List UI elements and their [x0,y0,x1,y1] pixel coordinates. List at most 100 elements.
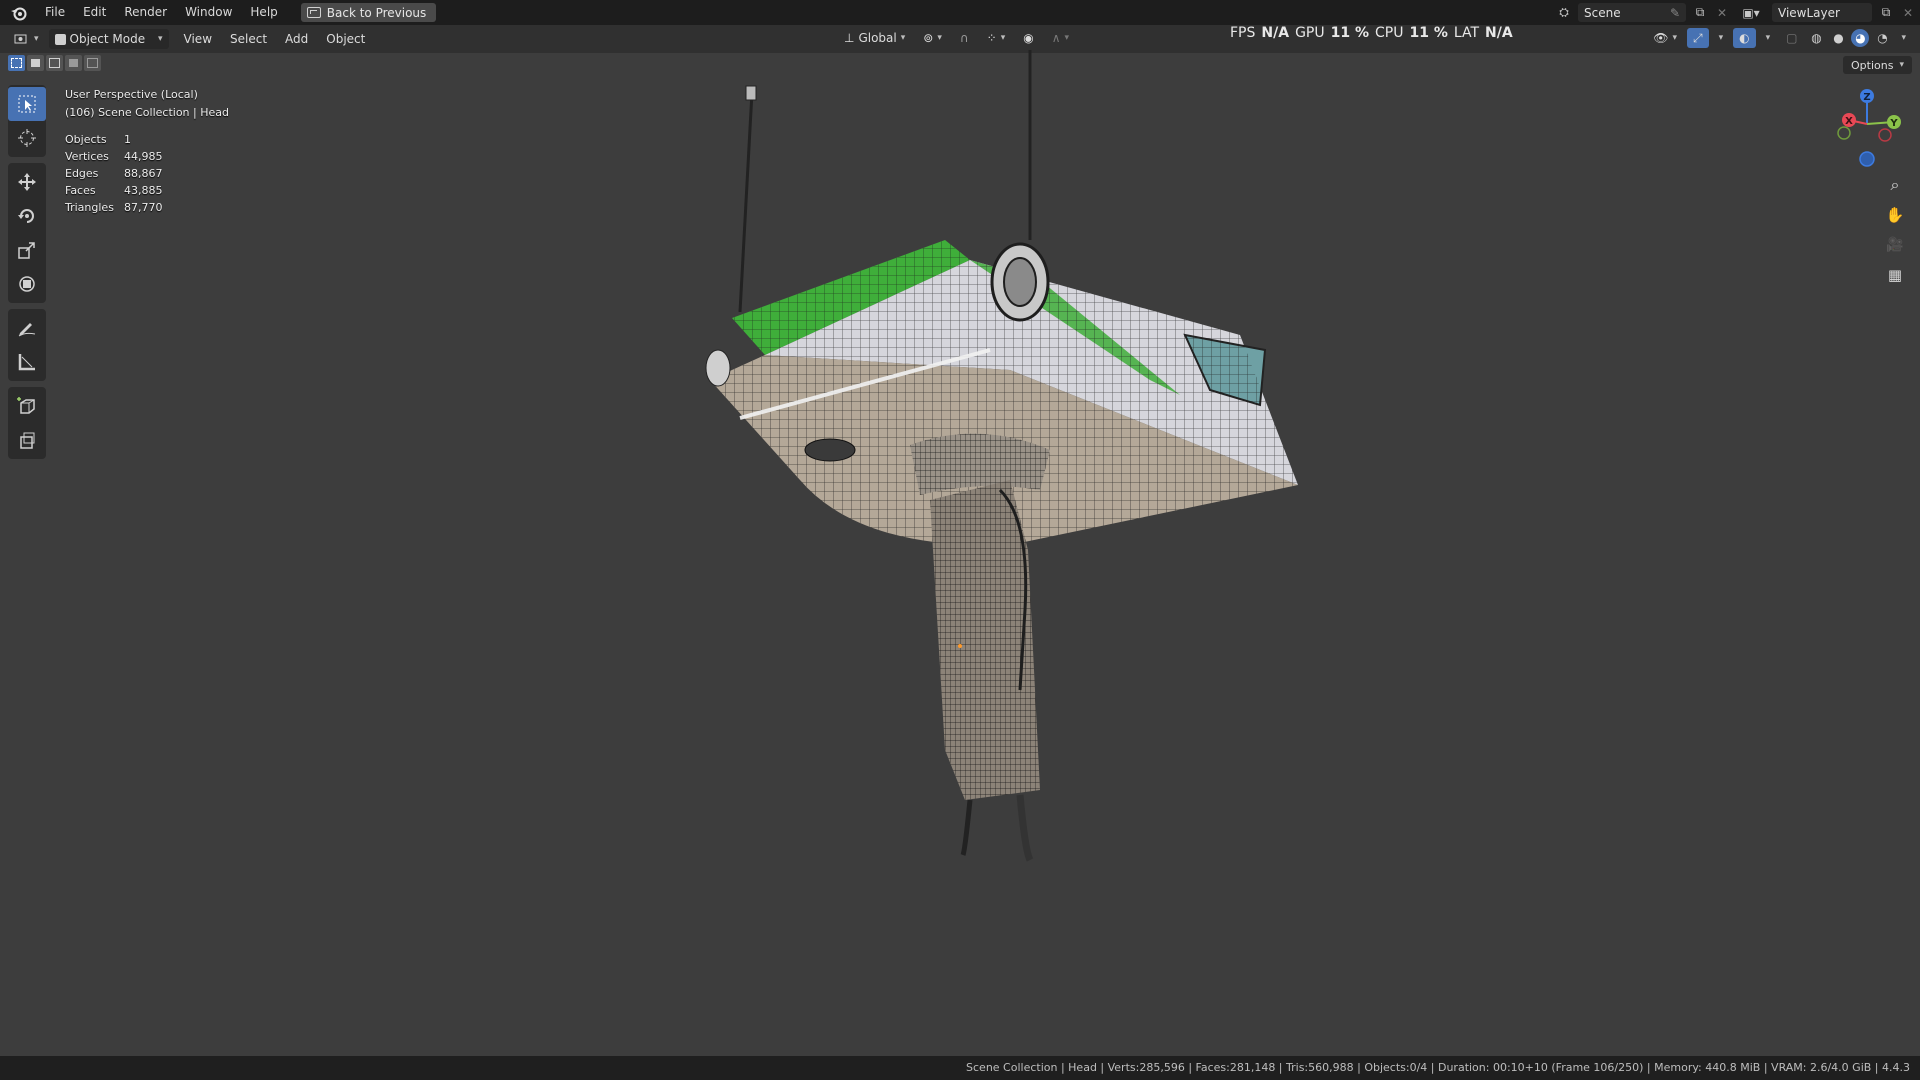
gizmo-y-label: Y [1889,118,1898,129]
menu-window[interactable]: Window [176,0,241,25]
snap-toggle[interactable]: ∩ [954,28,975,48]
move-tool[interactable] [8,165,46,199]
scale-tool[interactable] [8,233,46,267]
underside-disk [804,438,856,462]
lat-label: LAT [1453,25,1480,41]
camera-view-button[interactable]: 🎥 [1882,232,1908,258]
rendered-shading-button[interactable]: ◔ [1873,29,1891,47]
pin-icon[interactable]: ✎ [1670,6,1680,20]
cursor-tool[interactable] [8,121,46,155]
new-view-layer-icon[interactable]: ⧉ [1878,5,1894,21]
annotate-tool[interactable] [8,311,46,345]
selection-mode-buttons [8,55,101,71]
transform-icon [19,276,35,292]
extrude-tool[interactable] [8,423,46,457]
select-invert-button[interactable] [65,55,82,71]
3d-viewport-icon [14,34,27,44]
falloff-selector[interactable]: ∧ ▾ [1046,28,1075,48]
rendered-sphere-icon: ◔ [1877,31,1888,45]
select-subtract-button[interactable] [46,55,63,71]
view-name-text: User Perspective (Local) [65,88,198,101]
blender-logo-icon[interactable] [8,2,30,24]
proportional-edit-toggle[interactable]: ◉ [1017,28,1039,48]
ortho-toggle-button[interactable]: ▦ [1882,262,1908,288]
back-to-previous-button[interactable]: Back to Previous [300,3,437,22]
overlays-options[interactable]: ▾ [1760,28,1777,48]
overlays-icon: ◐ [1739,31,1750,45]
shading-options[interactable]: ▾ [1895,28,1912,48]
cable-connector [745,85,757,101]
measure-tool[interactable] [8,345,46,379]
stats-value: 1 [124,133,131,146]
viewport-options-button[interactable]: Options ▾ [1843,56,1912,74]
eye-icon: 👁 [1653,31,1669,45]
select-invert-icon [69,59,78,67]
select-box-icon [18,95,36,113]
pivot-point-selector[interactable]: ⊚ ▾ [917,28,948,48]
navigation-gizmo[interactable]: Z Y X [1820,86,1915,171]
visibility-selector[interactable]: 👁 ▾ [1647,28,1683,48]
menu-render[interactable]: Render [115,0,176,25]
performance-readout: FPS N/A GPU 11 % CPU 11 % LAT N/A [1230,24,1513,42]
3d-model-wireframe[interactable] [680,50,1380,870]
delete-view-layer-icon[interactable]: ✕ [1900,5,1916,21]
stats-value: 44,985 [124,150,163,163]
select-extend-button[interactable] [27,55,44,71]
new-scene-icon[interactable]: ⧉ [1692,5,1708,21]
fps-label: FPS [1230,25,1256,41]
wireframe-shading-button[interactable]: ◍ [1807,29,1825,47]
gizmo-options[interactable]: ▾ [1713,28,1730,48]
menu-help[interactable]: Help [241,0,286,25]
view-layer-selector[interactable]: ViewLayer [1772,3,1872,22]
mode-selector[interactable]: Object Mode ▾ [48,29,169,49]
cpu-label: CPU [1375,25,1404,41]
select-box-tool[interactable] [8,87,46,121]
back-window-icon [306,7,321,18]
hand-icon: ✋ [1885,206,1905,224]
gpu-label: GPU [1295,25,1325,41]
menu-file[interactable]: File [36,0,74,25]
move-icon [18,173,36,191]
grid-icon: ▦ [1887,266,1903,284]
snap-target-selector[interactable]: ⁘ ▾ [981,28,1012,48]
extrude-cube-icon [20,432,35,449]
menu-select[interactable]: Select [221,32,276,46]
left-cable [738,91,754,313]
stats-label: Edges [65,167,99,180]
menu-edit[interactable]: Edit [74,0,115,25]
gizmo-icon: ⤢ [1692,30,1703,45]
scene-selector[interactable]: Scene ✎ [1578,3,1686,22]
select-new-icon [11,58,22,68]
add-cube-tool[interactable] [8,389,46,423]
viewport-navigation: ⌕ ✋ 🎥 ▦ [1882,172,1912,292]
collection-text: (106) Scene Collection | Head [65,106,229,119]
xray-toggle[interactable]: ▢ [1780,28,1803,48]
gizmo-toggle[interactable]: ⤢ [1686,28,1709,48]
rotate-tool[interactable] [8,199,46,233]
transform-tool[interactable] [8,267,46,301]
select-new-button[interactable] [8,55,25,71]
menu-add[interactable]: Add [276,32,317,46]
fps-value: N/A [1261,25,1290,41]
scene-name: Scene [1584,5,1621,20]
mode-label: Object Mode [69,32,146,46]
menu-object[interactable]: Object [317,32,374,46]
tool-group-add [8,387,46,459]
stats-row-vertices: Vertices 44,985 [65,148,163,165]
pan-button[interactable]: ✋ [1882,202,1908,228]
select-intersect-button[interactable] [84,55,101,71]
material-preview-button[interactable]: ◕ [1851,29,1870,47]
transform-orientation-selector[interactable]: ⊥ Global ▾ [838,28,911,48]
editor-type-button[interactable]: ▾ [8,29,45,49]
delete-scene-icon[interactable]: ✕ [1714,5,1730,21]
view-layer-name: ViewLayer [1778,5,1840,20]
solid-shading-button[interactable]: ● [1829,29,1847,47]
snap-grid-icon: ⁘ [986,31,997,45]
view-layer-type-icon[interactable]: ▣▾ [1736,5,1766,21]
overlays-toggle[interactable]: ◐ [1733,28,1756,48]
tool-shelf [8,85,46,465]
menu-view[interactable]: View [175,32,221,46]
zoom-button[interactable]: ⌕ [1882,172,1908,198]
status-bar: Scene Collection | Head | Verts:285,596 … [0,1056,1920,1080]
scene-type-icon[interactable]: ⛭ [1556,5,1572,21]
